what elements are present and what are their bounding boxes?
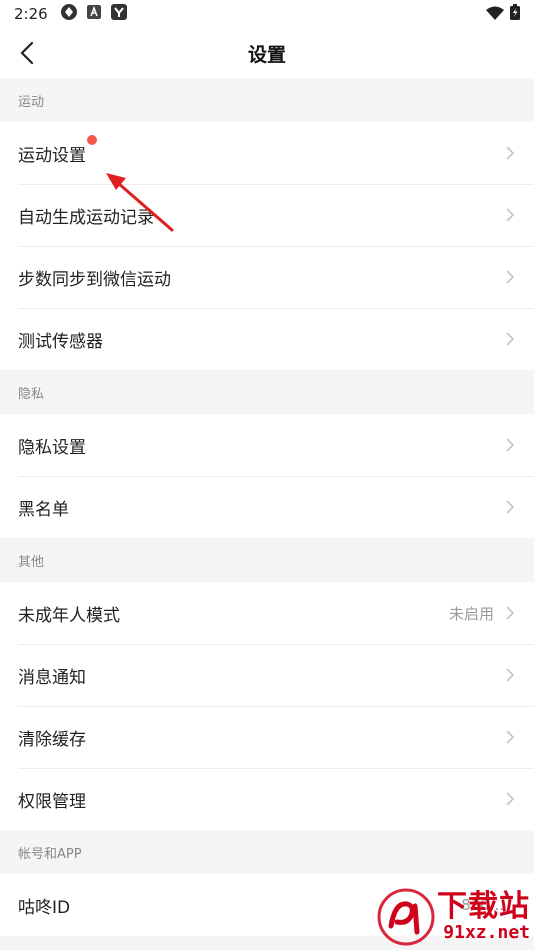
section-header-sport: 运动 bbox=[0, 78, 534, 122]
row-auto-record[interactable]: 自动生成运动记录 bbox=[0, 184, 534, 246]
row-permissions[interactable]: 权限管理 bbox=[0, 768, 534, 830]
wifi-icon bbox=[486, 5, 504, 24]
status-time: 2:26 bbox=[14, 5, 48, 23]
watermark: 下载站 91xz.net bbox=[377, 888, 530, 946]
watermark-logo-icon bbox=[377, 888, 435, 946]
row-label: 运动设置 bbox=[18, 134, 97, 166]
section-header-account: 帐号和APP bbox=[0, 830, 534, 874]
back-arrow-icon bbox=[20, 41, 34, 65]
row-label: 消息通知 bbox=[18, 667, 86, 688]
row-label: 清除缓存 bbox=[18, 729, 86, 750]
row-label: 自动生成运动记录 bbox=[18, 207, 154, 228]
row-notifications[interactable]: 消息通知 bbox=[0, 644, 534, 706]
chevron-right-icon bbox=[506, 145, 516, 161]
row-label: 黑名单 bbox=[18, 499, 69, 520]
watermark-text: 下载站 bbox=[437, 889, 530, 924]
group-sport: 运动设置 自动生成运动记录 步数同步到微信运动 测试传感器 bbox=[0, 122, 534, 370]
a-notification-icon bbox=[86, 4, 102, 24]
chevron-right-icon bbox=[506, 437, 516, 453]
row-minor-mode[interactable]: 未成年人模式 未启用 bbox=[0, 582, 534, 644]
row-test-sensor[interactable]: 测试传感器 bbox=[0, 308, 534, 370]
status-bar: 2:26 bbox=[0, 0, 534, 28]
row-label: 咕咚ID bbox=[18, 897, 71, 918]
group-other: 未成年人模式 未启用 消息通知 清除缓存 权限管理 bbox=[0, 582, 534, 830]
chevron-right-icon bbox=[506, 269, 516, 285]
row-blacklist[interactable]: 黑名单 bbox=[0, 476, 534, 538]
chevron-right-icon bbox=[506, 605, 516, 621]
chevron-right-icon bbox=[506, 207, 516, 223]
section-header-privacy: 隐私 bbox=[0, 370, 534, 414]
back-button[interactable] bbox=[10, 36, 44, 70]
row-label: 步数同步到微信运动 bbox=[18, 269, 171, 290]
row-sport-settings[interactable]: 运动设置 bbox=[0, 122, 534, 184]
page-title: 设置 bbox=[247, 43, 286, 66]
row-clear-cache[interactable]: 清除缓存 bbox=[0, 706, 534, 768]
sync-icon bbox=[60, 3, 78, 25]
nav-bar: 设置 bbox=[0, 28, 534, 78]
row-value: 未启用 bbox=[448, 604, 494, 623]
row-privacy-settings[interactable]: 隐私设置 bbox=[0, 414, 534, 476]
chevron-right-icon bbox=[506, 499, 516, 515]
section-header-other: 其他 bbox=[0, 538, 534, 582]
row-label: 隐私设置 bbox=[18, 437, 86, 458]
watermark-url: 91xz.net bbox=[443, 922, 530, 943]
red-dot-badge bbox=[87, 134, 97, 145]
group-privacy: 隐私设置 黑名单 bbox=[0, 414, 534, 538]
chevron-right-icon bbox=[506, 791, 516, 807]
chevron-right-icon bbox=[506, 729, 516, 745]
row-label: 未成年人模式 bbox=[18, 605, 120, 626]
chevron-right-icon bbox=[506, 667, 516, 683]
app-notification-icon bbox=[110, 3, 128, 25]
row-label: 权限管理 bbox=[18, 791, 86, 812]
row-label: 测试传感器 bbox=[18, 331, 103, 352]
chevron-right-icon bbox=[506, 331, 516, 347]
battery-icon bbox=[510, 4, 520, 24]
row-wechat-sync[interactable]: 步数同步到微信运动 bbox=[0, 246, 534, 308]
